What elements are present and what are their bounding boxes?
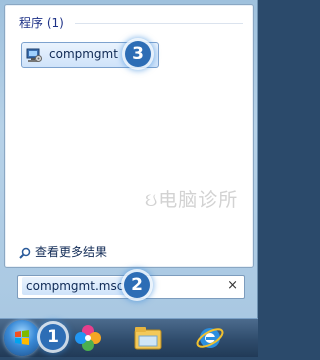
step-badge-2: 2	[124, 272, 150, 298]
watermark-text: 电脑诊所	[158, 189, 239, 211]
section-divider	[75, 23, 243, 24]
watermark: ઇ电脑诊所	[145, 185, 238, 212]
watermark-logo: ઇ	[145, 189, 159, 211]
step-badge-1: 1	[40, 324, 66, 350]
computer-management-icon	[26, 48, 42, 62]
programs-section-header: 程序 (1)	[19, 16, 64, 30]
pinwheel-app-icon[interactable]	[72, 322, 104, 354]
result-label: compmgmt	[49, 47, 118, 61]
start-menu: 程序 (1) compmgmt 3 ઇ电脑诊所 查看更多结果 compmgmt.…	[0, 0, 258, 318]
taskbar: 1	[0, 318, 258, 357]
file-explorer-icon[interactable]	[132, 322, 164, 354]
step-badge-3: 3	[125, 41, 151, 67]
see-more-results-link[interactable]: 查看更多结果	[19, 243, 107, 260]
clear-search-button[interactable]: ×	[227, 278, 238, 293]
start-button[interactable]	[4, 320, 40, 356]
search-input-value: compmgmt.msc	[22, 277, 128, 295]
search-results-panel: 程序 (1) compmgmt 3 ઇ电脑诊所 查看更多结果	[4, 4, 254, 268]
search-icon	[19, 247, 31, 259]
internet-explorer-icon[interactable]	[194, 322, 226, 354]
windows-logo-icon	[15, 330, 29, 345]
see-more-label: 查看更多结果	[35, 245, 108, 259]
